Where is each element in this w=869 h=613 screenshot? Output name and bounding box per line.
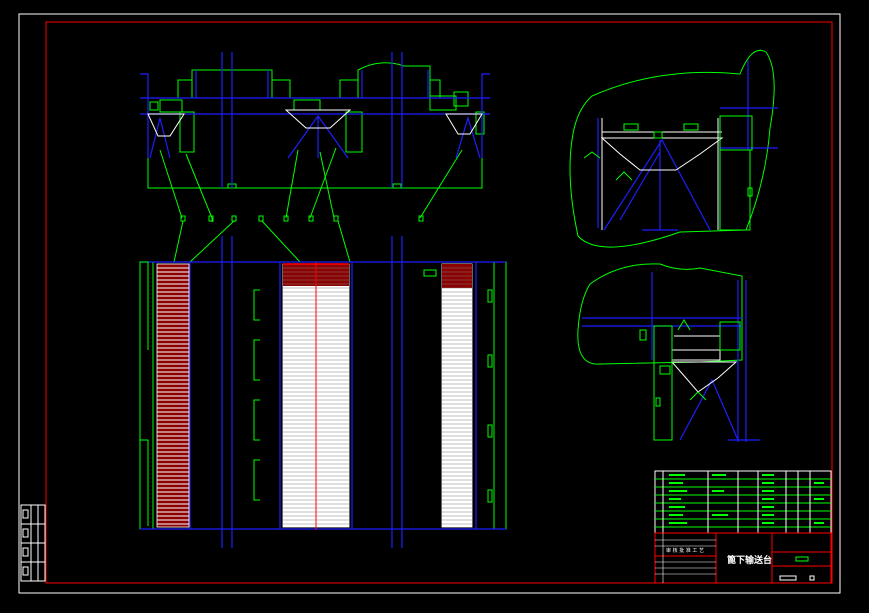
- side-section-view-b: [577, 263, 760, 442]
- plan-view: [139, 220, 507, 548]
- conveyor-right: [441, 263, 473, 528]
- drawing-title: 篦下输送台: [727, 554, 772, 566]
- cad-drawing-canvas: 篦下输送台 审 核 批 准 工 艺: [18, 13, 841, 594]
- conveyor-middle: [282, 262, 350, 530]
- front-elevation-view: [140, 52, 490, 222]
- title-block: 篦下输送台 审 核 批 准 工 艺: [654, 532, 832, 584]
- conveyor-left: [156, 263, 190, 528]
- signature-marks: 审 核 批 准 工 艺: [666, 547, 704, 554]
- side-section-view-a: [569, 49, 778, 248]
- revision-block: [20, 504, 46, 582]
- parts-list: [654, 470, 832, 534]
